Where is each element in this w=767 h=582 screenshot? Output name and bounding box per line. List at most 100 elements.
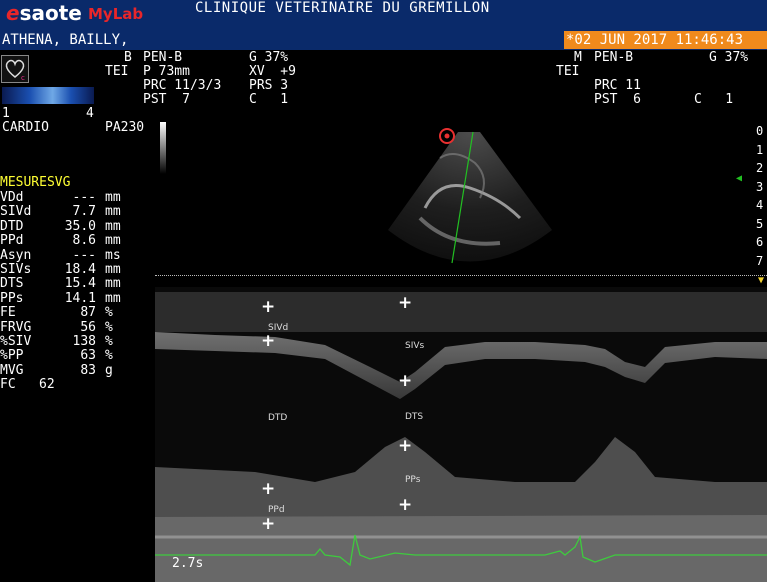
caliper-plus-icon[interactable]: + <box>261 331 275 351</box>
measurement-name: MVG <box>0 362 24 378</box>
measurement-unit: % <box>105 348 113 364</box>
caliper-plus-icon[interactable]: + <box>261 297 275 317</box>
label-dts: DTS <box>405 412 424 422</box>
clinic-name: CLINIQUE VETERINAIRE DU GREMILLON <box>195 0 490 16</box>
b-depth: P 73mm <box>143 64 190 79</box>
measurement-unit: mm <box>105 190 121 205</box>
m-preset: PEN-B <box>594 50 634 65</box>
bmode-sector-image <box>388 128 552 264</box>
measurement-value: 7.7 <box>72 204 96 220</box>
exam-mode: CARDIO <box>2 120 49 135</box>
measurement-value: 15.4 <box>64 276 96 292</box>
label-sivd: SIVd <box>268 323 289 333</box>
patient-name: ATHENA, BAILLY, <box>2 32 129 48</box>
label-ppd: PPd <box>268 505 285 515</box>
b-pst: PST 7 <box>143 92 190 107</box>
measurement-unit: ms <box>105 247 121 263</box>
caliper-plus-icon[interactable]: + <box>398 293 412 313</box>
depth-tick-label: 6 <box>756 235 764 249</box>
measurement-value: 63 <box>80 348 96 364</box>
measurement-name: %SIV <box>0 334 32 349</box>
depth-tick-label: 0 <box>756 124 764 138</box>
measurement-name: Asyn <box>0 247 32 263</box>
esaote-logo: esaote <box>6 3 82 23</box>
measurement-value: --- <box>72 190 96 205</box>
sweep-marker-icon: ▼ <box>758 275 765 286</box>
focus-marker-icon: ◀ <box>736 173 743 184</box>
measurement-name: VDd <box>0 190 24 205</box>
m-gain: G 37% <box>709 50 749 65</box>
measurement-value: 14.1 <box>64 290 96 306</box>
cardio-heart-icon[interactable]: c <box>1 55 29 83</box>
measurement-unit: mm <box>105 262 121 277</box>
measurement-value: 18.4 <box>64 262 96 277</box>
measurement-name: DTD <box>0 218 24 234</box>
measurement-unit: % <box>105 334 113 349</box>
label-sivs: SIVs <box>405 341 425 351</box>
label-pps: PPs <box>405 475 421 485</box>
measurement-unit: % <box>105 319 113 335</box>
depth-tick-label: 2 <box>756 161 764 175</box>
depth-tick-label: 4 <box>756 198 764 212</box>
datetime-text: *02 JUN 2017 11:46:43 <box>566 32 744 48</box>
measurement-value: 87 <box>80 305 96 321</box>
fc-label: FC <box>0 377 16 392</box>
color-scale-bar <box>2 87 94 104</box>
measurement-name: FRVG <box>0 319 32 335</box>
sweep-time: 2.7s <box>172 556 204 571</box>
measurement-name: PPs <box>0 290 24 306</box>
b-prs: PRS 3 <box>249 78 289 93</box>
measurement-value: 35.0 <box>64 218 96 234</box>
caliper-plus-icon[interactable]: + <box>398 371 412 391</box>
depth-tick-label: 1 <box>756 142 764 157</box>
separator-line <box>155 275 767 276</box>
b-tei: TEI <box>105 64 129 79</box>
measurement-name: %PP <box>0 348 24 364</box>
measurement-name: SIVs <box>0 262 32 277</box>
logo-e-letter: e <box>6 1 20 25</box>
scale-min: 1 <box>2 106 10 121</box>
mylab-logo: MyLab <box>88 5 144 23</box>
b-prc: PRC 11/3/3 <box>143 78 222 93</box>
caliper-plus-icon[interactable]: + <box>261 514 275 534</box>
caliper-plus-icon[interactable]: + <box>398 436 412 456</box>
mmode-image <box>155 287 767 582</box>
depth-tick-label: 3 <box>756 179 764 194</box>
b-gain: G 37% <box>249 50 289 65</box>
b-preset: PEN-B <box>143 50 183 65</box>
measurement-value: 8.6 <box>72 233 96 249</box>
m-pst: PST 6 <box>594 92 641 107</box>
m-mode-label: M <box>574 50 582 65</box>
measurement-unit: % <box>105 305 113 321</box>
m-c: C 1 <box>694 92 734 107</box>
measurements-title: MESURESVG <box>0 175 71 190</box>
depth-tick-label: 7 <box>756 253 764 268</box>
logo-rest: saote <box>19 1 82 25</box>
b-xview: XV +9 <box>249 64 296 79</box>
measurement-unit: mm <box>105 204 121 220</box>
b-mode-label: B <box>124 50 132 65</box>
measurement-value: 138 <box>72 334 96 349</box>
measurement-unit: mm <box>105 290 121 306</box>
measurement-unit: mm <box>105 233 121 249</box>
m-prc: PRC 11 <box>594 78 641 93</box>
measurement-unit: mm <box>105 218 121 234</box>
measurement-unit: mm <box>105 276 121 292</box>
measurement-name: PPd <box>0 233 24 249</box>
measurement-value: 83 <box>80 362 96 378</box>
svg-text:c: c <box>21 74 25 82</box>
measurement-value: --- <box>72 247 96 263</box>
measurement-name: DTS <box>0 276 24 292</box>
fc-value: 62 <box>39 377 55 392</box>
m-tei: TEI <box>556 64 580 79</box>
caliper-plus-icon[interactable]: + <box>261 479 275 499</box>
measurement-name: SIVd <box>0 204 32 220</box>
measurement-name: FE <box>0 305 16 321</box>
ultrasound-screen: esaote MyLab CLINIQUE VETERINAIRE DU GRE… <box>0 0 767 582</box>
depth-tick-label: 5 <box>756 216 764 231</box>
measurement-unit: g <box>105 362 113 378</box>
scale-max: 4 <box>86 106 94 121</box>
b-c: C 1 <box>249 92 289 107</box>
grayscale-bar <box>160 122 166 174</box>
caliper-plus-icon[interactable]: + <box>398 495 412 515</box>
